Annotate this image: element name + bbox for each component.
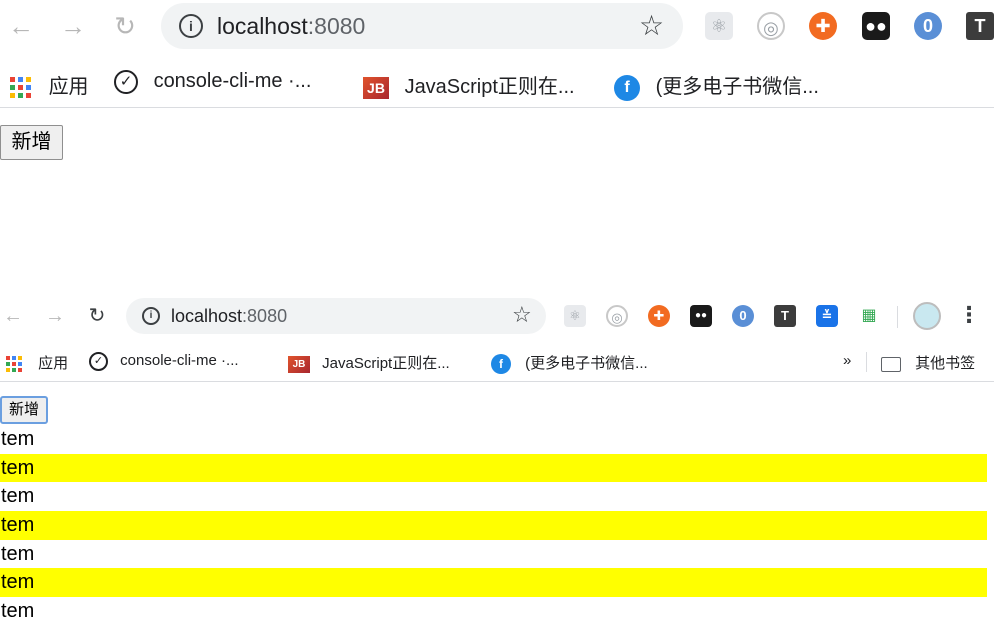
- bookmark-star-icon[interactable]: ☆: [639, 9, 664, 42]
- add-button[interactable]: 新增: [0, 396, 48, 424]
- list-item: tem: [1, 485, 35, 508]
- toolbar-divider: [897, 306, 898, 328]
- apps-grid-icon: [10, 77, 31, 99]
- info-icon[interactable]: i: [142, 307, 160, 325]
- profile-avatar[interactable]: [913, 302, 941, 330]
- list-item: tem: [0, 453, 987, 483]
- check-circle-icon: ✓: [114, 70, 138, 94]
- address-url[interactable]: localhost:8080: [171, 306, 287, 327]
- lifebuoy-extension-icon[interactable]: ✚: [809, 12, 837, 40]
- bookmarks-bar: 应用 ✓ console-cli-me ·... JB JavaScript正则…: [0, 342, 994, 382]
- browser-toolbar: ← → ↻ i localhost:8080 ☆ ⚛ ◎ ✚ ●● 0 T: [0, 0, 994, 52]
- browser-window-large: ← → ↻ i localhost:8080 ☆ ⚛ ◎ ✚ ●● 0 T 应用…: [0, 0, 994, 245]
- bookmark-star-icon[interactable]: ☆: [512, 302, 532, 328]
- lifebuoy-extension-icon[interactable]: ✚: [648, 305, 670, 327]
- blue-drop-extension-icon[interactable]: 0: [914, 12, 942, 40]
- address-bar[interactable]: i localhost:8080 ☆: [161, 3, 683, 49]
- bookmark-ebooks[interactable]: f (更多电子书微信...: [614, 70, 819, 101]
- bookmark-apps[interactable]: 应用: [10, 70, 89, 99]
- bookmarks-overflow-button[interactable]: »: [843, 352, 851, 369]
- apps-grid-icon: [6, 356, 22, 373]
- back-arrow-icon[interactable]: ←: [4, 10, 38, 42]
- forward-arrow-icon[interactable]: →: [42, 303, 68, 329]
- t-extension-icon[interactable]: T: [774, 305, 796, 327]
- reload-icon[interactable]: ↻: [84, 303, 110, 329]
- t-extension-icon[interactable]: T: [966, 12, 994, 40]
- reload-icon[interactable]: ↻: [108, 10, 142, 42]
- menu-kebab-icon[interactable]: ⋮: [958, 300, 980, 330]
- bookmark-javascript-regex[interactable]: JB JavaScript正则在...: [363, 70, 575, 99]
- bookmark-console-cli[interactable]: ✓ console-cli-me ·...: [114, 70, 311, 94]
- check-circle-icon: ✓: [89, 352, 108, 371]
- forward-arrow-icon[interactable]: →: [56, 10, 90, 42]
- blue-f-icon: f: [491, 354, 511, 375]
- bookmark-apps[interactable]: 应用: [6, 352, 68, 373]
- info-icon[interactable]: i: [179, 14, 203, 38]
- bookmarks-divider: [866, 352, 867, 372]
- address-url[interactable]: localhost:8080: [217, 13, 365, 40]
- tampermonkey-icon[interactable]: ●●: [690, 305, 712, 327]
- target-extension-icon[interactable]: ◎: [757, 12, 785, 40]
- list-item: tem: [1, 428, 35, 450]
- blue-drop-extension-icon[interactable]: 0: [732, 305, 754, 327]
- tampermonkey-icon[interactable]: ●●: [862, 12, 890, 40]
- address-bar[interactable]: i localhost:8080 ☆: [126, 298, 546, 334]
- jb-logo-icon: JB: [288, 355, 310, 373]
- folder-icon: [881, 356, 901, 372]
- target-extension-icon[interactable]: ◎: [606, 305, 628, 327]
- add-button[interactable]: 新增: [0, 125, 63, 160]
- list-item: tem: [1, 600, 35, 623]
- qr-extension-icon[interactable]: ▦: [858, 305, 880, 327]
- item-list: tem tem tem tem tem tem tem: [0, 425, 987, 626]
- back-arrow-icon[interactable]: ←: [0, 303, 26, 329]
- bookmark-ebooks[interactable]: f (更多电子书微信...: [491, 352, 648, 375]
- bookmark-console-cli[interactable]: ✓ console-cli-me ·...: [89, 352, 239, 371]
- blue-f-icon: f: [614, 74, 640, 101]
- jb-logo-icon: JB: [363, 76, 389, 99]
- bookmark-javascript-regex[interactable]: JB JavaScript正则在...: [288, 352, 450, 373]
- list-item: tem: [1, 542, 35, 565]
- bookmarks-bar: 应用 ✓ console-cli-me ·... JB JavaScript正则…: [0, 56, 994, 108]
- list-item: tem: [0, 511, 987, 540]
- react-devtools-icon[interactable]: ⚛: [564, 305, 586, 327]
- browser-window-small: ← → ↻ i localhost:8080 ☆ ⚛ ◎ ✚ ●● 0 T ≚ …: [0, 290, 994, 625]
- pocket-extension-icon[interactable]: ≚: [816, 305, 838, 327]
- react-devtools-icon[interactable]: ⚛: [705, 12, 733, 40]
- other-bookmarks-folder[interactable]: 其他书签: [881, 352, 975, 373]
- list-item: tem: [0, 568, 987, 598]
